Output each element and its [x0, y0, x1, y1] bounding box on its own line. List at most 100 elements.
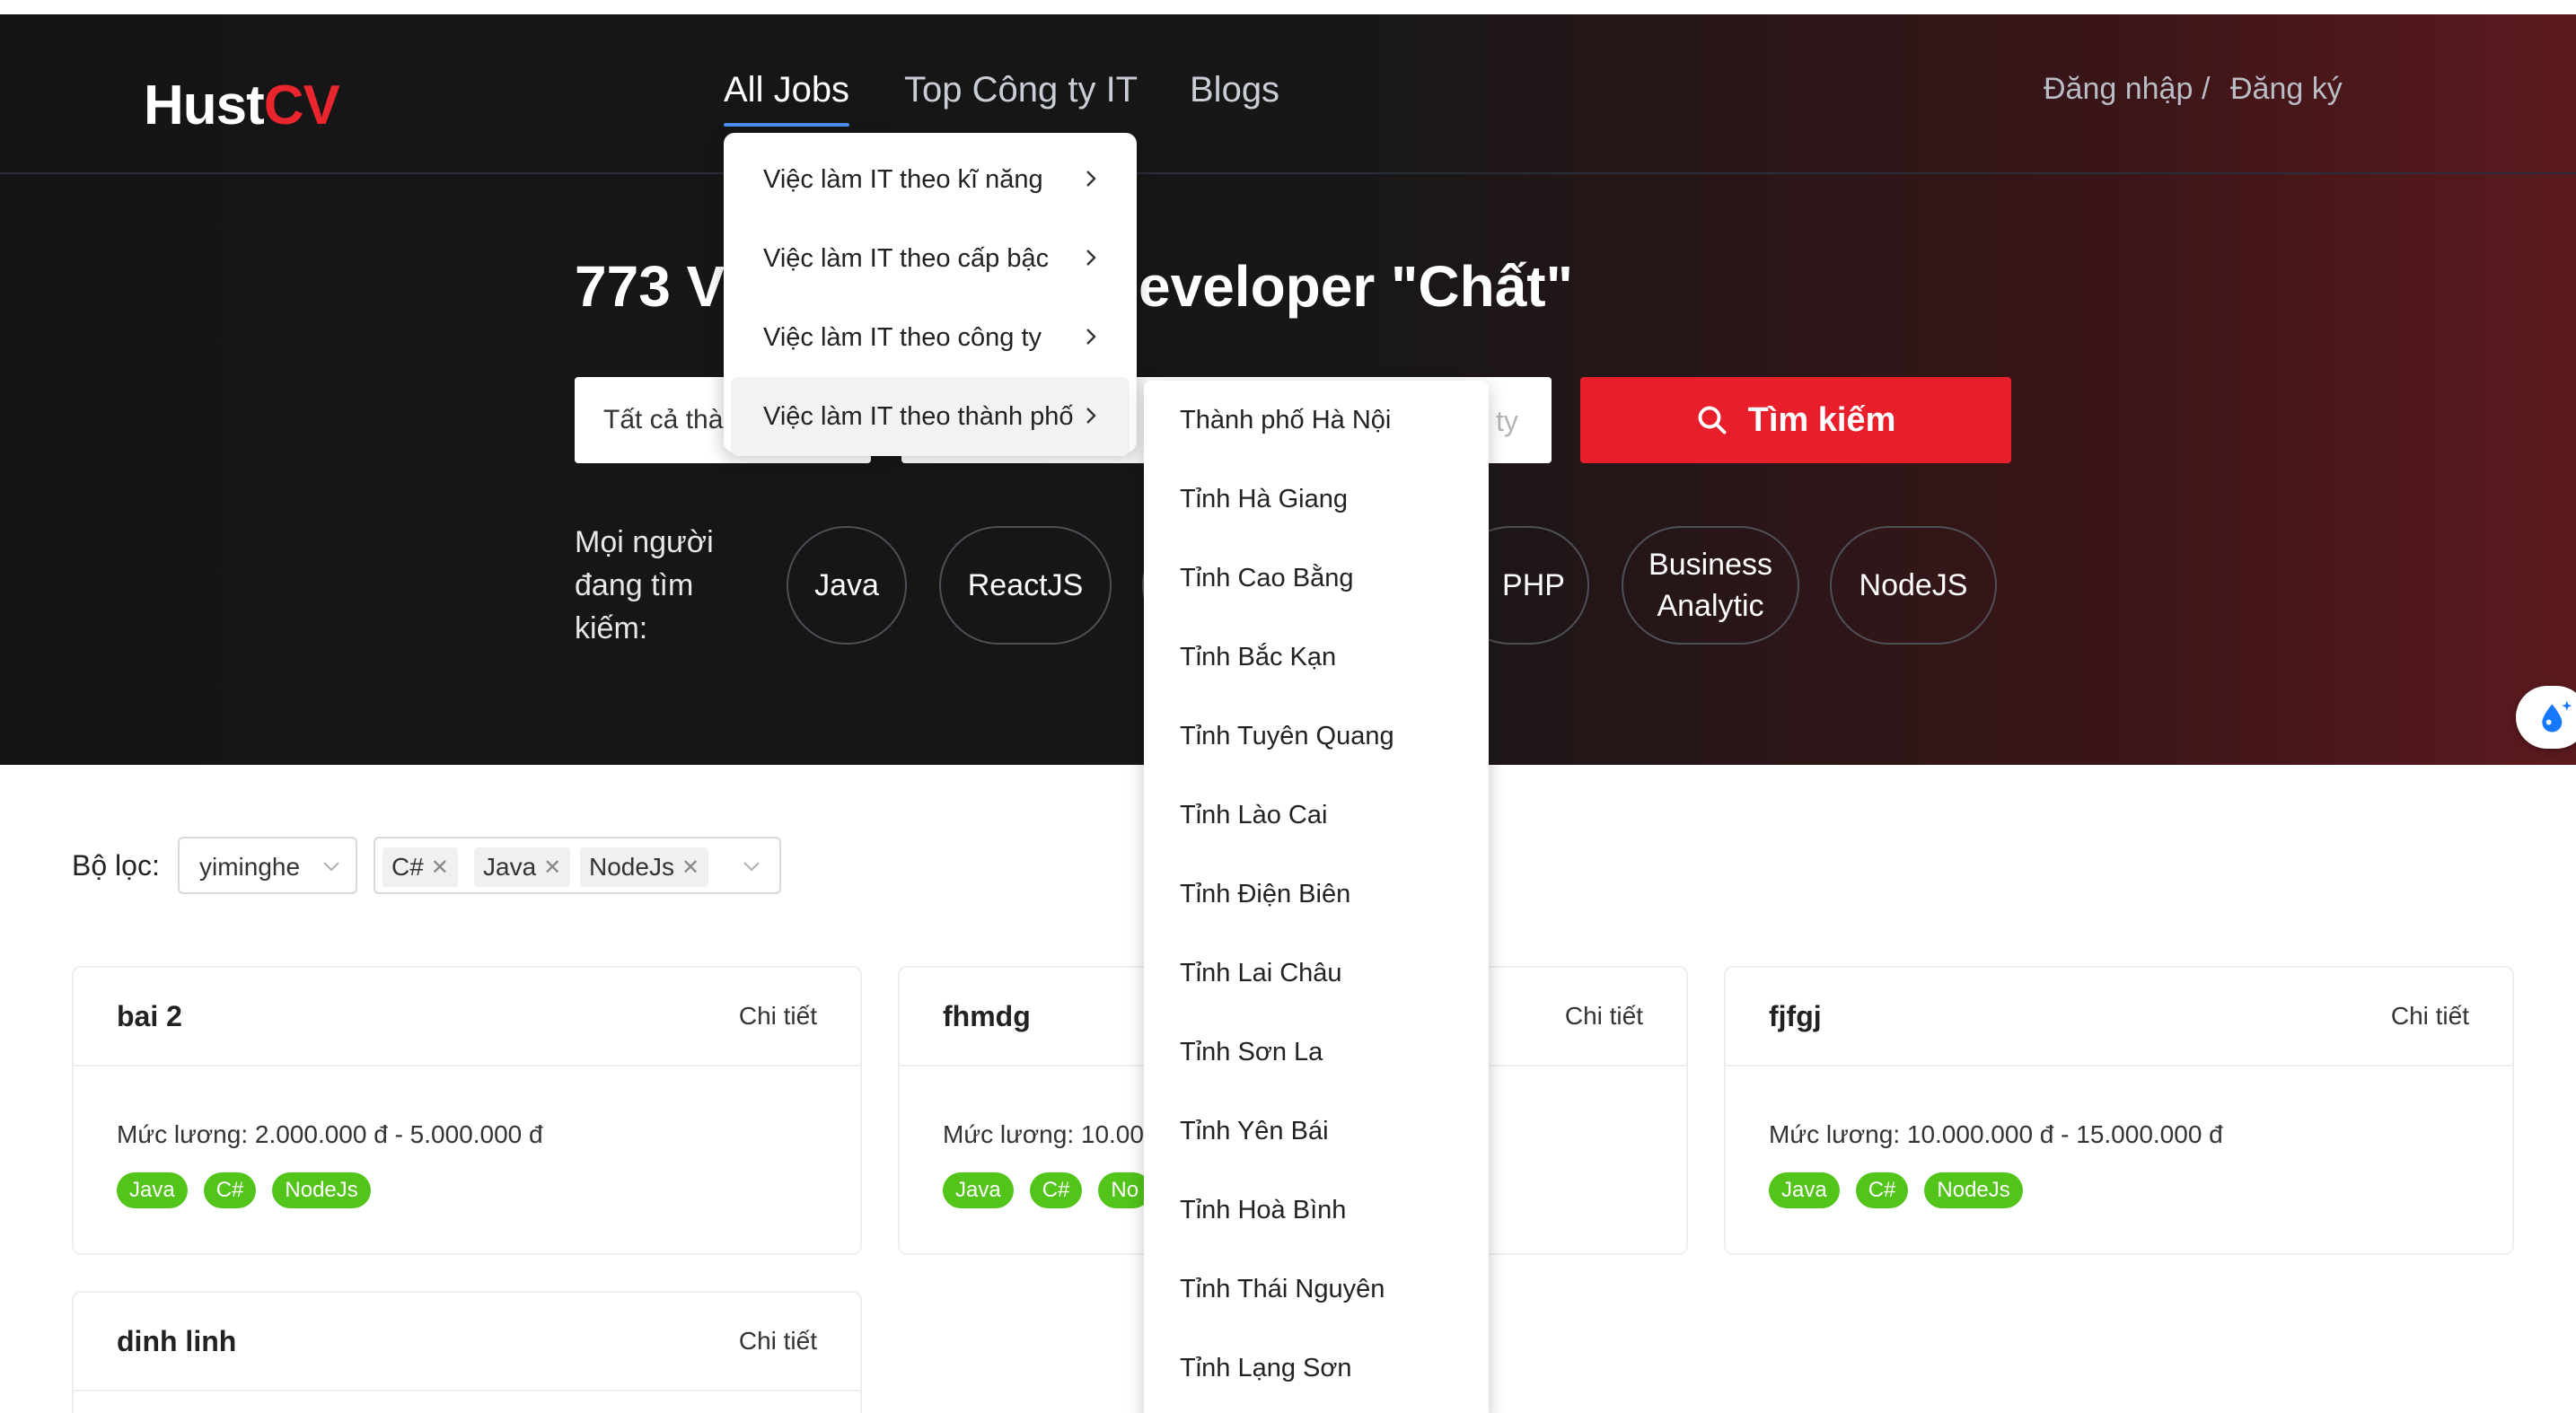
- job-card: dinh linh Chi tiết: [72, 1291, 862, 1413]
- card-detail-link[interactable]: Chi tiết: [739, 1002, 817, 1031]
- city-item[interactable]: Tỉnh Sơn La: [1144, 1013, 1489, 1092]
- menu-item-label: Việc làm IT theo công ty: [763, 323, 1042, 352]
- city-item[interactable]: Tỉnh Lạng Sơn: [1144, 1329, 1489, 1408]
- city-label: Tỉnh Điện Biên: [1180, 880, 1351, 908]
- city-item[interactable]: Tỉnh Điện Biên: [1144, 855, 1489, 934]
- card-title: bai 2: [117, 1000, 182, 1032]
- card-title: fhmdg: [943, 1000, 1031, 1032]
- filter-skill-multiselect[interactable]: C# ✕ Java ✕ NodeJs ✕: [374, 837, 781, 894]
- filter-tag-csharp: C# ✕: [382, 847, 458, 887]
- filter-user-select-value: yiminghe: [199, 853, 301, 881]
- city-item[interactable]: Tỉnh Lào Cai: [1144, 776, 1489, 855]
- close-icon[interactable]: ✕: [543, 855, 561, 881]
- skill-tag: Java: [1769, 1172, 1840, 1208]
- headline-left: 773 V: [575, 254, 725, 319]
- chevron-right-icon: [1086, 171, 1096, 187]
- city-item[interactable]: Tỉnh Hà Giang: [1144, 460, 1489, 539]
- skill-tag: NodeJs: [272, 1172, 371, 1208]
- trending-reactjs[interactable]: ReactJS: [939, 526, 1112, 645]
- logo-main: Hust: [144, 75, 265, 136]
- search-icon: [1698, 406, 1727, 434]
- chevron-down-icon: [323, 862, 339, 872]
- menu-item-label: Việc làm IT theo thành phố: [763, 402, 1074, 431]
- city-item[interactable]: Tỉnh Bắc Kạn: [1144, 618, 1489, 697]
- skill-tag: NodeJs: [1924, 1172, 2023, 1208]
- card-detail-link[interactable]: Chi tiết: [1565, 1002, 1643, 1031]
- card-title: dinh linh: [117, 1325, 237, 1357]
- skill-tag: Java: [943, 1172, 1014, 1208]
- floating-assistant-button[interactable]: [2516, 686, 2576, 749]
- close-icon[interactable]: ✕: [681, 855, 699, 881]
- city-label: Tỉnh Hoà Bình: [1180, 1196, 1347, 1224]
- city-label: Tỉnh Hà Giang: [1180, 485, 1348, 513]
- nav-all-jobs[interactable]: All Jobs: [724, 70, 850, 127]
- city-submenu: Thành phố Hà Nội Tỉnh Hà Giang Tỉnh Cao …: [1144, 381, 1489, 1413]
- city-label: Tỉnh Lào Cai: [1180, 801, 1328, 829]
- city-item[interactable]: Tỉnh Hoà Bình: [1144, 1171, 1489, 1250]
- city-label: Thành phố Hà Nội: [1180, 406, 1392, 434]
- job-card: fjfgj Chi tiết Mức lương: 10.000.000 đ -…: [1724, 966, 2514, 1255]
- job-card: bai 2 Chi tiết Mức lương: 2.000.000 đ - …: [72, 966, 862, 1255]
- card-header: bai 2 Chi tiết: [74, 968, 860, 1066]
- filter-tag-nodejs: NodeJs ✕: [580, 847, 709, 887]
- chevron-right-icon: [1086, 250, 1096, 266]
- all-jobs-dropdown: Việc làm IT theo kĩ năng Việc làm IT the…: [724, 133, 1137, 456]
- nav-blogs[interactable]: Blogs: [1190, 70, 1279, 110]
- card-skill-tags: Java C# NodeJs: [1769, 1172, 2023, 1208]
- menu-item-by-level[interactable]: Việc làm IT theo cấp bậc: [731, 219, 1130, 298]
- menu-item-label: Việc làm IT theo kĩ năng: [763, 165, 1043, 194]
- chevron-right-icon: [1086, 408, 1096, 424]
- skill-tag: C#: [1855, 1172, 1909, 1208]
- city-item[interactable]: Thành phố Hà Nội: [1144, 381, 1489, 460]
- trending-nodejs[interactable]: NodeJS: [1830, 526, 1997, 645]
- login-link[interactable]: Đăng nhập: [2044, 72, 2193, 107]
- city-label: Tỉnh Thái Nguyên: [1180, 1275, 1385, 1303]
- chevron-down-icon: [743, 862, 760, 872]
- menu-item-by-skill[interactable]: Việc làm IT theo kĩ năng: [731, 140, 1130, 219]
- trending-java[interactable]: Java: [787, 526, 907, 645]
- trending-label: Mọi người đang tìm kiếm:: [575, 525, 714, 645]
- city-item[interactable]: Tỉnh Yên Bái: [1144, 1092, 1489, 1171]
- search-button[interactable]: Tìm kiếm: [1580, 377, 2011, 463]
- logo[interactable]: HustCV: [144, 74, 340, 137]
- search-button-label: Tìm kiếm: [1747, 400, 1896, 439]
- skill-tag: Java: [117, 1172, 188, 1208]
- chevron-right-icon: [1086, 329, 1096, 345]
- close-icon[interactable]: ✕: [431, 855, 449, 881]
- city-item[interactable]: Tỉnh Thái Nguyên: [1144, 1250, 1489, 1329]
- filter-label: Bộ lọc:: [72, 849, 160, 882]
- filter-tag-java: Java ✕: [474, 847, 571, 887]
- card-header: fjfgj Chi tiết: [1726, 968, 2512, 1066]
- filter-tag-label: Java: [483, 853, 537, 881]
- register-link[interactable]: Đăng ký: [2230, 72, 2343, 107]
- nav-divider: [0, 172, 2576, 174]
- filter-tag-label: C#: [391, 853, 424, 881]
- auth-separator: /: [2202, 72, 2211, 106]
- filter-user-select[interactable]: yiminghe: [178, 837, 357, 894]
- city-item[interactable]: Tỉnh Tuyên Quang: [1144, 697, 1489, 776]
- city-label: Tỉnh Sơn La: [1180, 1038, 1323, 1066]
- skill-tag: C#: [1029, 1172, 1083, 1208]
- city-label: Tỉnh Lạng Sơn: [1180, 1354, 1352, 1382]
- city-label: Tỉnh Cao Bằng: [1180, 564, 1354, 592]
- headline-right: eveloper "Chất": [1139, 254, 1573, 319]
- city-item[interactable]: Tỉnh Lai Châu: [1144, 934, 1489, 1013]
- logo-accent: CV: [263, 75, 340, 136]
- menu-item-label: Việc làm IT theo cấp bậc: [763, 244, 1050, 273]
- search-input-placeholder: ty: [1496, 405, 1518, 437]
- filter-tag-label: NodeJs: [589, 853, 674, 881]
- nav-top-companies[interactable]: Top Công ty IT: [904, 70, 1138, 110]
- city-label: Tỉnh Bắc Kạn: [1180, 643, 1337, 671]
- card-detail-link[interactable]: Chi tiết: [739, 1327, 817, 1356]
- city-label: Tỉnh Yên Bái: [1180, 1117, 1329, 1145]
- menu-item-by-city[interactable]: Việc làm IT theo thành phố: [731, 377, 1130, 456]
- droplet-sparkle-icon: [2542, 700, 2572, 733]
- top-strip: [0, 0, 2576, 14]
- card-detail-link[interactable]: Chi tiết: [2391, 1002, 2469, 1031]
- city-label: Tỉnh Tuyên Quang: [1180, 722, 1394, 750]
- city-item[interactable]: Tỉnh Cao Bằng: [1144, 539, 1489, 618]
- trending-business-analytic[interactable]: Business Analytic: [1622, 526, 1799, 645]
- menu-item-by-company[interactable]: Việc làm IT theo công ty: [731, 298, 1130, 377]
- card-header: dinh linh Chi tiết: [74, 1293, 860, 1391]
- card-title: fjfgj: [1769, 1000, 1822, 1032]
